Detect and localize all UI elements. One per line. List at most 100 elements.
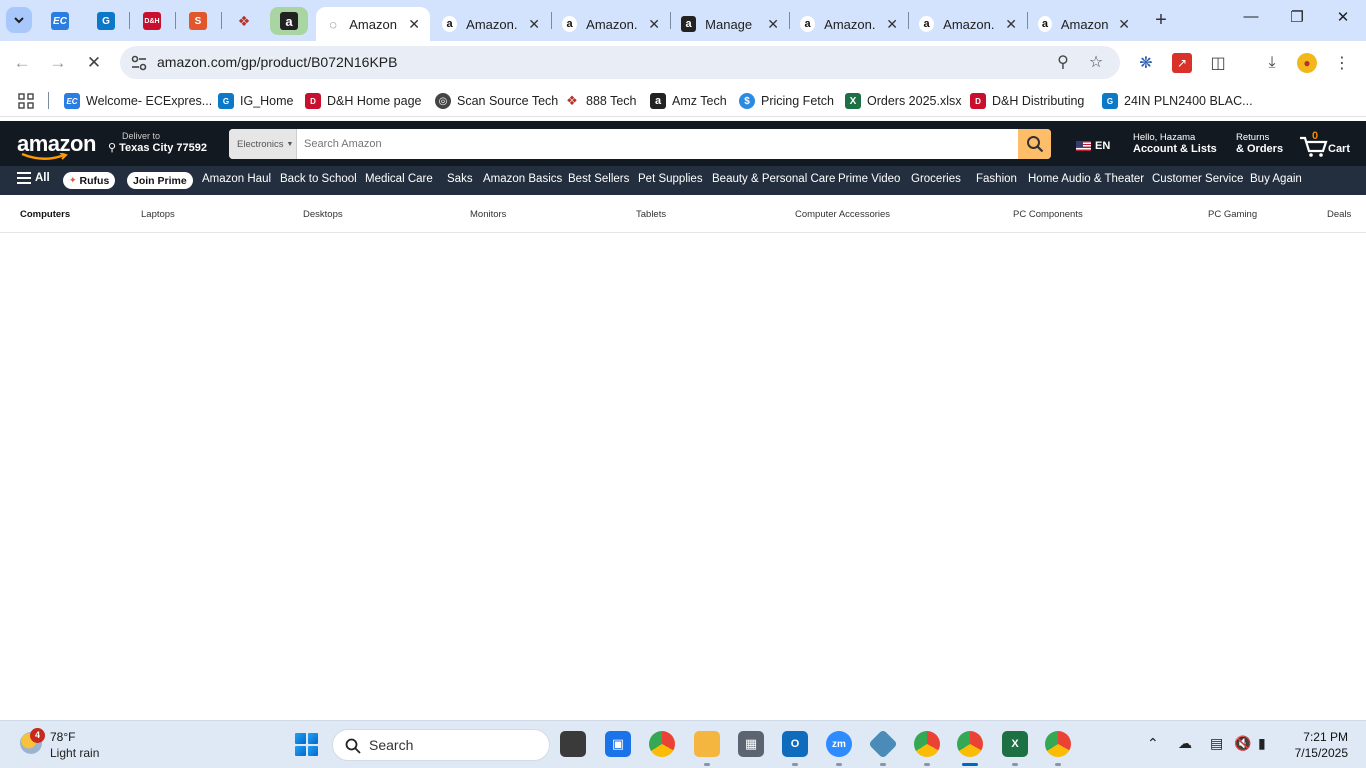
close-icon[interactable]: ✕	[408, 16, 420, 33]
subnav-item[interactable]: Saks	[447, 173, 473, 185]
subnav-item[interactable]: Fashion	[976, 173, 1017, 185]
app-diamond-icon[interactable]	[868, 729, 898, 759]
stop-loading-button[interactable]: ✕	[82, 51, 106, 75]
tab-search-button[interactable]	[6, 7, 32, 33]
close-icon[interactable]: ✕	[1118, 16, 1130, 33]
tab-active[interactable]: ◌ Amazon.com ✕	[316, 7, 430, 41]
pinned-tab-dh[interactable]: D&H	[133, 7, 171, 35]
category-link[interactable]: Laptops	[141, 209, 175, 220]
download-icon[interactable]: ⤓	[1262, 53, 1282, 73]
search-input[interactable]	[298, 129, 1017, 159]
back-button[interactable]: ←	[10, 51, 34, 75]
excel-icon[interactable]: X	[1002, 731, 1028, 757]
forward-button[interactable]: →	[46, 51, 70, 75]
bookmark-ig-home[interactable]: G IG_Home	[218, 92, 294, 110]
pinned-tab-ig[interactable]: G	[87, 7, 125, 35]
category-link[interactable]: PC Gaming	[1208, 209, 1257, 220]
subnav-item[interactable]: Groceries	[911, 173, 961, 185]
minimize-button[interactable]: —	[1228, 8, 1274, 32]
bookmark-dh-home[interactable]: D D&H Home page	[305, 92, 422, 110]
close-window-button[interactable]: ✕	[1320, 8, 1366, 32]
subnav-item[interactable]: Back to School	[280, 173, 357, 185]
menu-kebab-icon[interactable]: ⋮	[1332, 53, 1352, 73]
category-link[interactable]: Deals	[1327, 209, 1351, 220]
extension-icon[interactable]: ❋	[1136, 53, 1156, 73]
category-link[interactable]: Monitors	[470, 209, 506, 220]
bookmark-scansource[interactable]: ◎ Scan Source Tech	[435, 92, 558, 110]
category-link[interactable]: Desktops	[303, 209, 343, 220]
zoom-app-icon[interactable]: zm	[826, 731, 852, 757]
close-icon[interactable]: ✕	[528, 16, 540, 33]
bookmark-orders-xlsx[interactable]: X Orders 2025.xlsx	[845, 92, 961, 110]
pdf-extension-icon[interactable]: ↗	[1172, 53, 1192, 73]
rufus-button[interactable]: ✦ Rufus	[63, 172, 116, 189]
bookmark-star-icon[interactable]: ☆	[1086, 53, 1106, 73]
chrome-icon[interactable]	[649, 731, 675, 757]
tab[interactable]: a Amazon.com ✕	[552, 7, 670, 41]
subnav-item[interactable]: Medical Care	[365, 173, 433, 185]
taskbar-search[interactable]: Search	[332, 729, 550, 761]
subnav-item[interactable]: Amazon Basics	[483, 173, 562, 185]
all-menu-button[interactable]: All	[17, 172, 50, 184]
bookmark-888tech[interactable]: ❖ 888 Tech	[564, 92, 636, 110]
close-icon[interactable]: ✕	[886, 16, 898, 33]
close-icon[interactable]: ✕	[767, 16, 779, 33]
volume-muted-icon[interactable]: 🔇	[1234, 735, 1251, 752]
zoom-icon[interactable]: ⚲	[1053, 53, 1073, 73]
category-link[interactable]: PC Components	[1013, 209, 1083, 220]
chrome-profile-active-icon[interactable]	[957, 731, 983, 757]
bookmark-dh-distributing[interactable]: D D&H Distributing	[970, 92, 1084, 110]
new-tab-button[interactable]: +	[1150, 9, 1172, 31]
close-icon[interactable]: ✕	[648, 16, 660, 33]
battery-icon[interactable]: ▮	[1258, 735, 1266, 752]
avatar[interactable]: ●	[1297, 53, 1317, 73]
pinned-tab-ecexpress[interactable]: EC	[41, 7, 79, 35]
restore-button[interactable]: ❐	[1274, 8, 1320, 32]
calculator-icon[interactable]: ▦	[738, 731, 764, 757]
start-button[interactable]	[295, 733, 318, 756]
pinned-tab-amazon[interactable]: a	[270, 7, 308, 35]
microsoft-store-icon[interactable]: ▣	[605, 731, 631, 757]
category-link[interactable]: Computer Accessories	[795, 209, 890, 220]
site-info-icon[interactable]	[130, 54, 148, 72]
subnav-item[interactable]: Customer Service	[1152, 173, 1243, 185]
deliver-to[interactable]: Deliver to ⚲ Texas City 77592	[108, 131, 207, 154]
subnav-item[interactable]: Prime Video	[838, 173, 900, 185]
bookmark-amz-tech[interactable]: a Amz Tech	[650, 92, 727, 110]
subnav-item[interactable]: Pet Supplies	[638, 173, 703, 185]
file-explorer-icon[interactable]	[694, 731, 720, 757]
clock[interactable]: 7:21 PM 7/15/2025	[1286, 729, 1348, 761]
outlook-icon[interactable]: O	[782, 731, 808, 757]
tab[interactable]: a Amazon.com ✕	[1028, 7, 1140, 41]
tab[interactable]: a Manage ✕	[671, 7, 789, 41]
extensions-puzzle-icon[interactable]: ◫	[1208, 53, 1228, 73]
apps-grid-icon[interactable]	[18, 92, 34, 110]
account-lists[interactable]: Hello, Hazama Account & Lists	[1133, 132, 1217, 155]
onedrive-offline-icon[interactable]: ☁	[1178, 735, 1192, 752]
search-category-dropdown[interactable]: Electronics ▼	[229, 129, 297, 159]
category-link[interactable]: Computers	[20, 209, 70, 220]
search-button[interactable]	[1018, 129, 1051, 159]
bookmark-24in-pln2400[interactable]: G 24IN PLN2400 BLAC...	[1102, 92, 1253, 110]
subnav-item[interactable]: Amazon Haul	[202, 173, 271, 185]
subnav-item[interactable]: Buy Again	[1250, 173, 1302, 185]
close-icon[interactable]: ✕	[1005, 16, 1017, 33]
cart-button[interactable]: 0 Cart	[1298, 130, 1353, 159]
bookmark-ecexpress[interactable]: EC Welcome- ECExpres...	[64, 92, 212, 110]
task-view-icon[interactable]	[560, 731, 586, 757]
chevron-up-icon[interactable]: ⌃	[1147, 735, 1159, 752]
category-link[interactable]: Tablets	[636, 209, 666, 220]
tab[interactable]: a Amazon.com ✕	[909, 7, 1027, 41]
language-selector[interactable]: EN	[1076, 140, 1110, 152]
chrome-profile-2-icon[interactable]	[1045, 731, 1071, 757]
bookmark-pricing-fetch[interactable]: $ Pricing Fetch	[739, 92, 834, 110]
tab[interactable]: a Amazon.com ✕	[432, 7, 550, 41]
address-bar[interactable]: amazon.com/gp/product/B072N16KPB ⚲ ☆	[120, 46, 1120, 79]
pinned-tab-888tech[interactable]: ❖	[225, 7, 263, 35]
subnav-item[interactable]: Best Sellers	[568, 173, 629, 185]
returns-orders[interactable]: Returns & Orders	[1236, 132, 1283, 155]
join-prime-button[interactable]: Join Prime	[127, 172, 193, 189]
tab[interactable]: a Amazon.com ✕	[790, 7, 908, 41]
subnav-item[interactable]: Beauty & Personal Care	[712, 173, 835, 185]
pinned-tab-scansource[interactable]: S	[179, 7, 217, 35]
